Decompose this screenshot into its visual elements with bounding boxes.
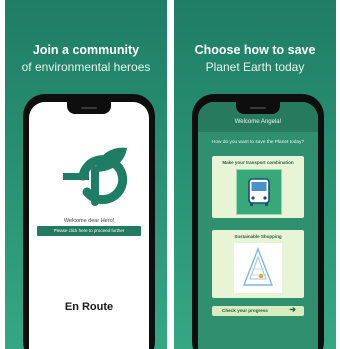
phone-mockup: Welcome dear Hero! Please click here to … [23, 94, 155, 349]
phone-notch [236, 102, 280, 114]
headline-line-1: Join a community [32, 43, 140, 57]
phone-mockup: Welcome Angela! How do you want to save … [192, 94, 324, 349]
eco-bag-icon [234, 243, 282, 293]
welcome-text: Welcome dear Hero! [63, 218, 115, 224]
progress-label: Check your progress [222, 308, 268, 313]
app-name: En Route [64, 301, 114, 313]
transport-card[interactable]: Make your transport combination [212, 156, 304, 218]
phone-notch [67, 102, 111, 114]
promo-panel-choose: Choose how to save Planet Earth today We… [174, 0, 336, 349]
arrow-right-icon: ➔ [289, 305, 296, 314]
bus-icon [236, 169, 282, 215]
headline-line-2: of environmental heroes [21, 60, 151, 74]
promo-panel-community: Join a community of environmental heroes… [5, 0, 167, 349]
card-title: Make your transport combination [222, 160, 294, 165]
card-title: Sustainable Shopping [234, 234, 282, 239]
headline-line-2: Planet Earth today [205, 60, 305, 74]
phone-screen-welcome: Welcome dear Hero! Please click here to … [29, 102, 149, 349]
question-text: How do you want to save the Planet today… [211, 140, 305, 145]
phone-screen-home: Welcome Angela! How do you want to save … [198, 102, 318, 349]
en-route-logo-icon [63, 147, 128, 206]
check-progress-button[interactable]: Check your progress ➔ [212, 305, 304, 316]
proceed-button[interactable]: Please click here to proceed further [37, 226, 141, 236]
welcome-user-title: Welcome Angela! [234, 119, 282, 125]
headline-line-1: Choose how to save [194, 43, 316, 57]
shopping-card[interactable]: Sustainable Shopping [212, 230, 304, 298]
